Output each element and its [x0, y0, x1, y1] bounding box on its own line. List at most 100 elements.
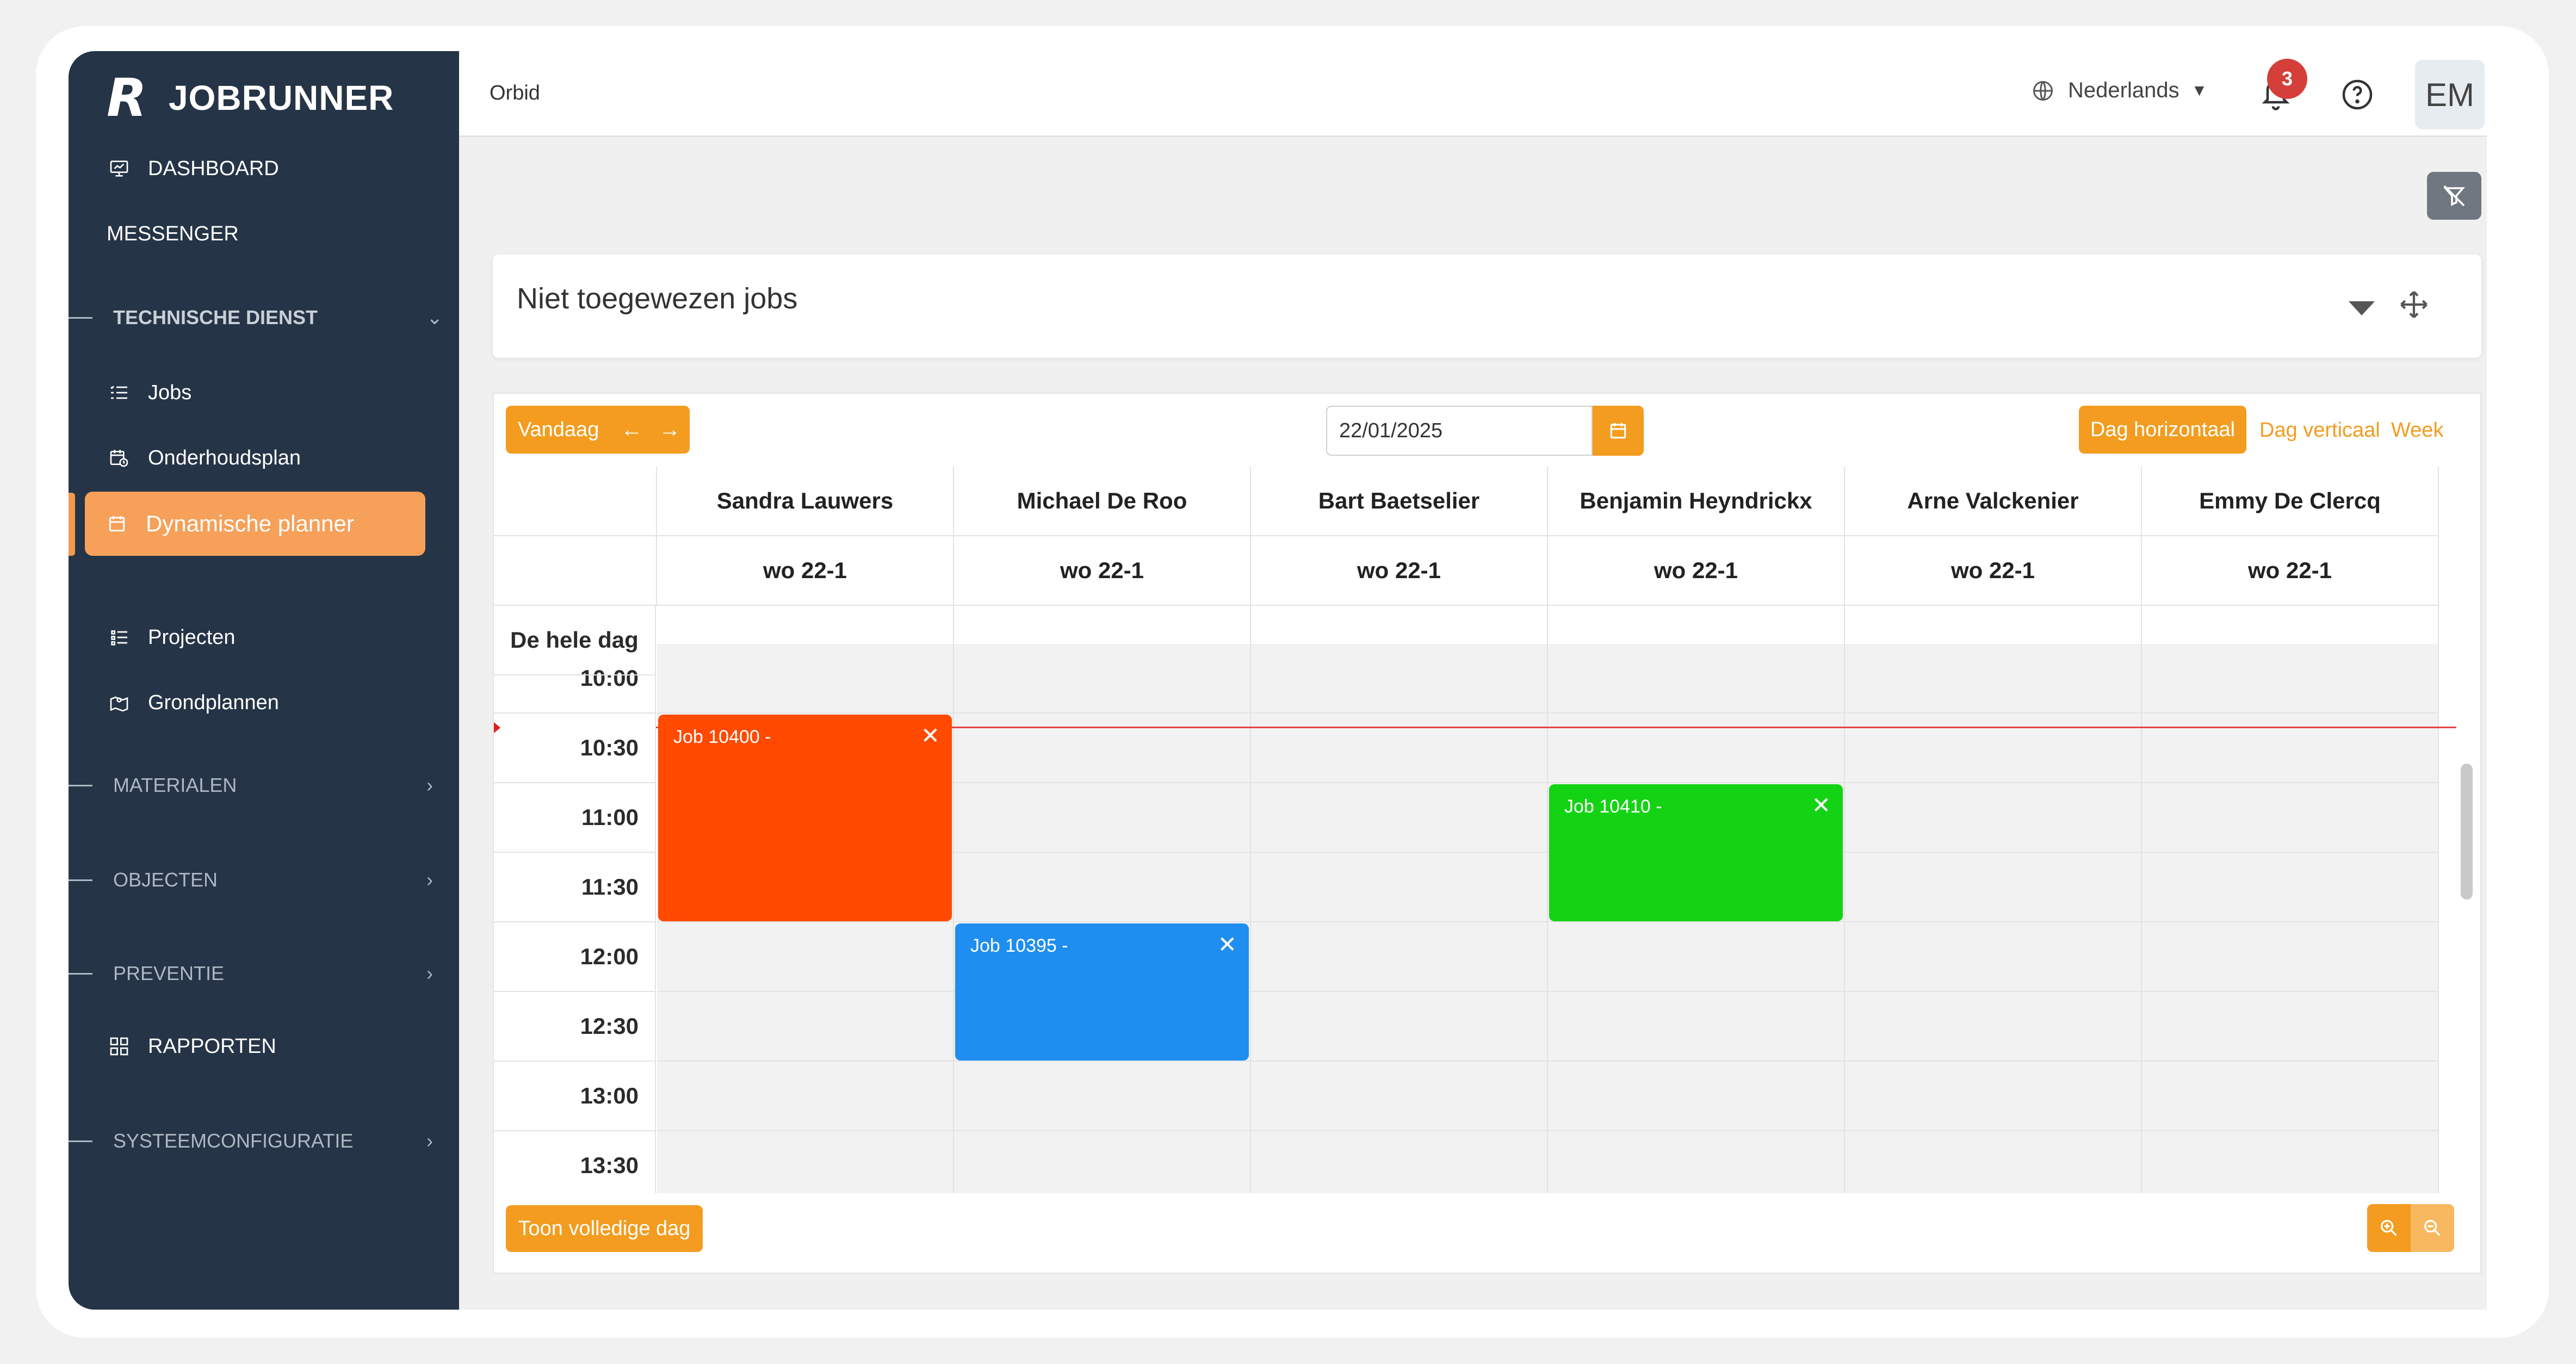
language-selector[interactable]: Nederlands ▼: [2031, 78, 2207, 103]
time-slot-cell[interactable]: [1548, 922, 1845, 992]
time-slot-cell[interactable]: [954, 644, 1251, 714]
time-slot-cell[interactable]: [1251, 644, 1548, 714]
time-slot-cell[interactable]: [1548, 714, 1845, 783]
time-slot-cell[interactable]: [657, 644, 954, 714]
time-slot-cell[interactable]: [2142, 783, 2439, 853]
time-slot-cell[interactable]: [1251, 714, 1548, 783]
close-icon[interactable]: ✕: [1812, 792, 1831, 819]
time-slot-cell[interactable]: [2142, 644, 2439, 714]
view-day-horizontal-button[interactable]: Dag horizontaal: [2079, 406, 2246, 454]
time-slot-cell[interactable]: [1548, 1131, 1845, 1193]
dynamic-planner: Vandaag ← → 22/01/2025 Dag horizontaal D…: [493, 393, 2481, 1274]
planner-grid: Sandra Lauwers wo 22-1 Michael De Roo wo 22…: [494, 467, 2482, 1193]
section-label: PREVENTIE: [113, 962, 225, 984]
move-icon[interactable]: [2399, 289, 2429, 320]
zoom-in-icon: [2381, 1220, 2397, 1236]
avatar[interactable]: EM: [2415, 60, 2485, 129]
today-button[interactable]: Vandaag ← →: [506, 406, 690, 454]
job-label: Job 10410 -: [1564, 796, 1662, 817]
time-slot-cell[interactable]: [954, 853, 1251, 922]
breadcrumb[interactable]: Orbid: [490, 82, 540, 105]
logo[interactable]: R JOBRUNNER: [107, 71, 394, 125]
zoom-out-icon: [2424, 1220, 2441, 1236]
time-slot-cell[interactable]: [1251, 992, 1548, 1062]
time-slot-cell[interactable]: [1845, 783, 2142, 853]
sidebar-item-reports[interactable]: RAPPORTEN: [107, 1030, 276, 1063]
time-slot-cell[interactable]: [1845, 714, 2142, 783]
time-slot-cell[interactable]: [1251, 853, 1548, 922]
sidebar-item-jobs[interactable]: Jobs: [107, 376, 191, 409]
close-icon[interactable]: ✕: [1218, 931, 1237, 958]
section-prevention[interactable]: PREVENTIE ›: [69, 957, 459, 990]
current-time-marker: [494, 722, 500, 733]
date-input[interactable]: 22/01/2025: [1326, 406, 1593, 456]
time-slot-cell[interactable]: [1548, 644, 1845, 714]
view-week-link[interactable]: Week: [2391, 419, 2443, 442]
time-slot-cell[interactable]: [1251, 922, 1548, 992]
section-objects[interactable]: OBJECTEN ›: [69, 864, 459, 896]
job-event[interactable]: Job 10395 - ✕: [955, 923, 1249, 1061]
time-slot-cell[interactable]: [1845, 853, 2142, 922]
time-slot-cell[interactable]: [657, 992, 954, 1062]
day-header: wo 22-1: [954, 536, 1251, 606]
sidebar-item-planner[interactable]: Dynamische planner: [85, 492, 425, 556]
sidebar-item-maintenance[interactable]: Onderhoudsplan: [107, 442, 301, 474]
section-materials[interactable]: MATERIALEN ›: [69, 769, 459, 802]
time-slot-cell[interactable]: [2142, 1131, 2439, 1193]
arrow-right-icon[interactable]: →: [659, 418, 680, 442]
time-label: 11:00: [494, 783, 656, 853]
show-full-day-button[interactable]: Toon volledige dag: [506, 1205, 703, 1252]
zoom-in-button[interactable]: [2367, 1204, 2411, 1252]
caret-down-icon[interactable]: [2349, 301, 2375, 315]
sidebar-item-floorplans[interactable]: Grondplannen: [107, 686, 279, 719]
time-slot-cell[interactable]: [1845, 1131, 2142, 1193]
time-slot-cell[interactable]: [2142, 922, 2439, 992]
job-event[interactable]: Job 10410 - ✕: [1549, 784, 1843, 921]
time-slot-cell[interactable]: [1845, 1062, 2142, 1131]
time-slot-cell[interactable]: [2142, 853, 2439, 922]
view-day-vertical-link[interactable]: Dag verticaal: [2259, 419, 2380, 442]
time-slot-cell[interactable]: [1548, 992, 1845, 1062]
filter-off-icon: [2443, 185, 2465, 207]
chevron-right-icon: ›: [426, 1130, 433, 1152]
time-slot-cell[interactable]: [657, 922, 954, 992]
time-slot-cell[interactable]: [657, 1062, 954, 1131]
map-pin-icon: [107, 690, 132, 715]
today-label: Vandaag: [518, 418, 599, 441]
help-icon[interactable]: [2341, 78, 2374, 111]
section-system[interactable]: SYSTEEMCONFIGURATIE ›: [69, 1125, 459, 1157]
sidebar-item-label: Jobs: [148, 381, 192, 404]
section-technical[interactable]: TECHNISCHE DIENST ⌄: [69, 301, 459, 334]
time-slot-cell[interactable]: [1251, 783, 1548, 853]
vertical-scrollbar[interactable]: [2461, 764, 2473, 900]
day-header: wo 22-1: [1251, 536, 1548, 606]
zoom-out-button[interactable]: [2411, 1204, 2454, 1252]
sidebar-item-dashboard[interactable]: DASHBOARD: [107, 152, 279, 185]
logo-icon: R: [107, 67, 147, 128]
calendar-clock-icon: [107, 445, 132, 470]
time-slot-cell[interactable]: [954, 714, 1251, 783]
time-slot-cell[interactable]: [2142, 1062, 2439, 1131]
chevron-right-icon: ›: [426, 962, 433, 984]
time-slot-cell[interactable]: [1548, 1062, 1845, 1131]
time-slot-cell[interactable]: [1251, 1062, 1548, 1131]
clear-filter-button[interactable]: [2427, 172, 2481, 220]
job-event[interactable]: Job 10400 - ✕: [658, 715, 952, 921]
time-slot-cell[interactable]: [954, 783, 1251, 853]
time-slot-cell[interactable]: [1845, 992, 2142, 1062]
time-slot-cell[interactable]: [1845, 922, 2142, 992]
time-slot-cell[interactable]: [954, 1131, 1251, 1193]
close-icon[interactable]: ✕: [921, 722, 940, 749]
sidebar-item-messenger[interactable]: MESSENGER: [107, 218, 239, 250]
time-slot-cell[interactable]: [1251, 1131, 1548, 1193]
time-slot-cell[interactable]: [1845, 644, 2142, 714]
arrow-left-icon[interactable]: ←: [621, 418, 642, 442]
date-picker-button[interactable]: [1593, 406, 1644, 456]
time-slot-cell[interactable]: [2142, 992, 2439, 1062]
time-slot-cell[interactable]: [954, 1062, 1251, 1131]
day-header: wo 22-1: [2142, 536, 2439, 606]
resource-header: Bart Baetselier: [1251, 467, 1548, 536]
time-slot-cell[interactable]: [657, 1131, 954, 1193]
time-slot-cell[interactable]: [2142, 714, 2439, 783]
sidebar-item-projects[interactable]: Projecten: [107, 621, 236, 654]
